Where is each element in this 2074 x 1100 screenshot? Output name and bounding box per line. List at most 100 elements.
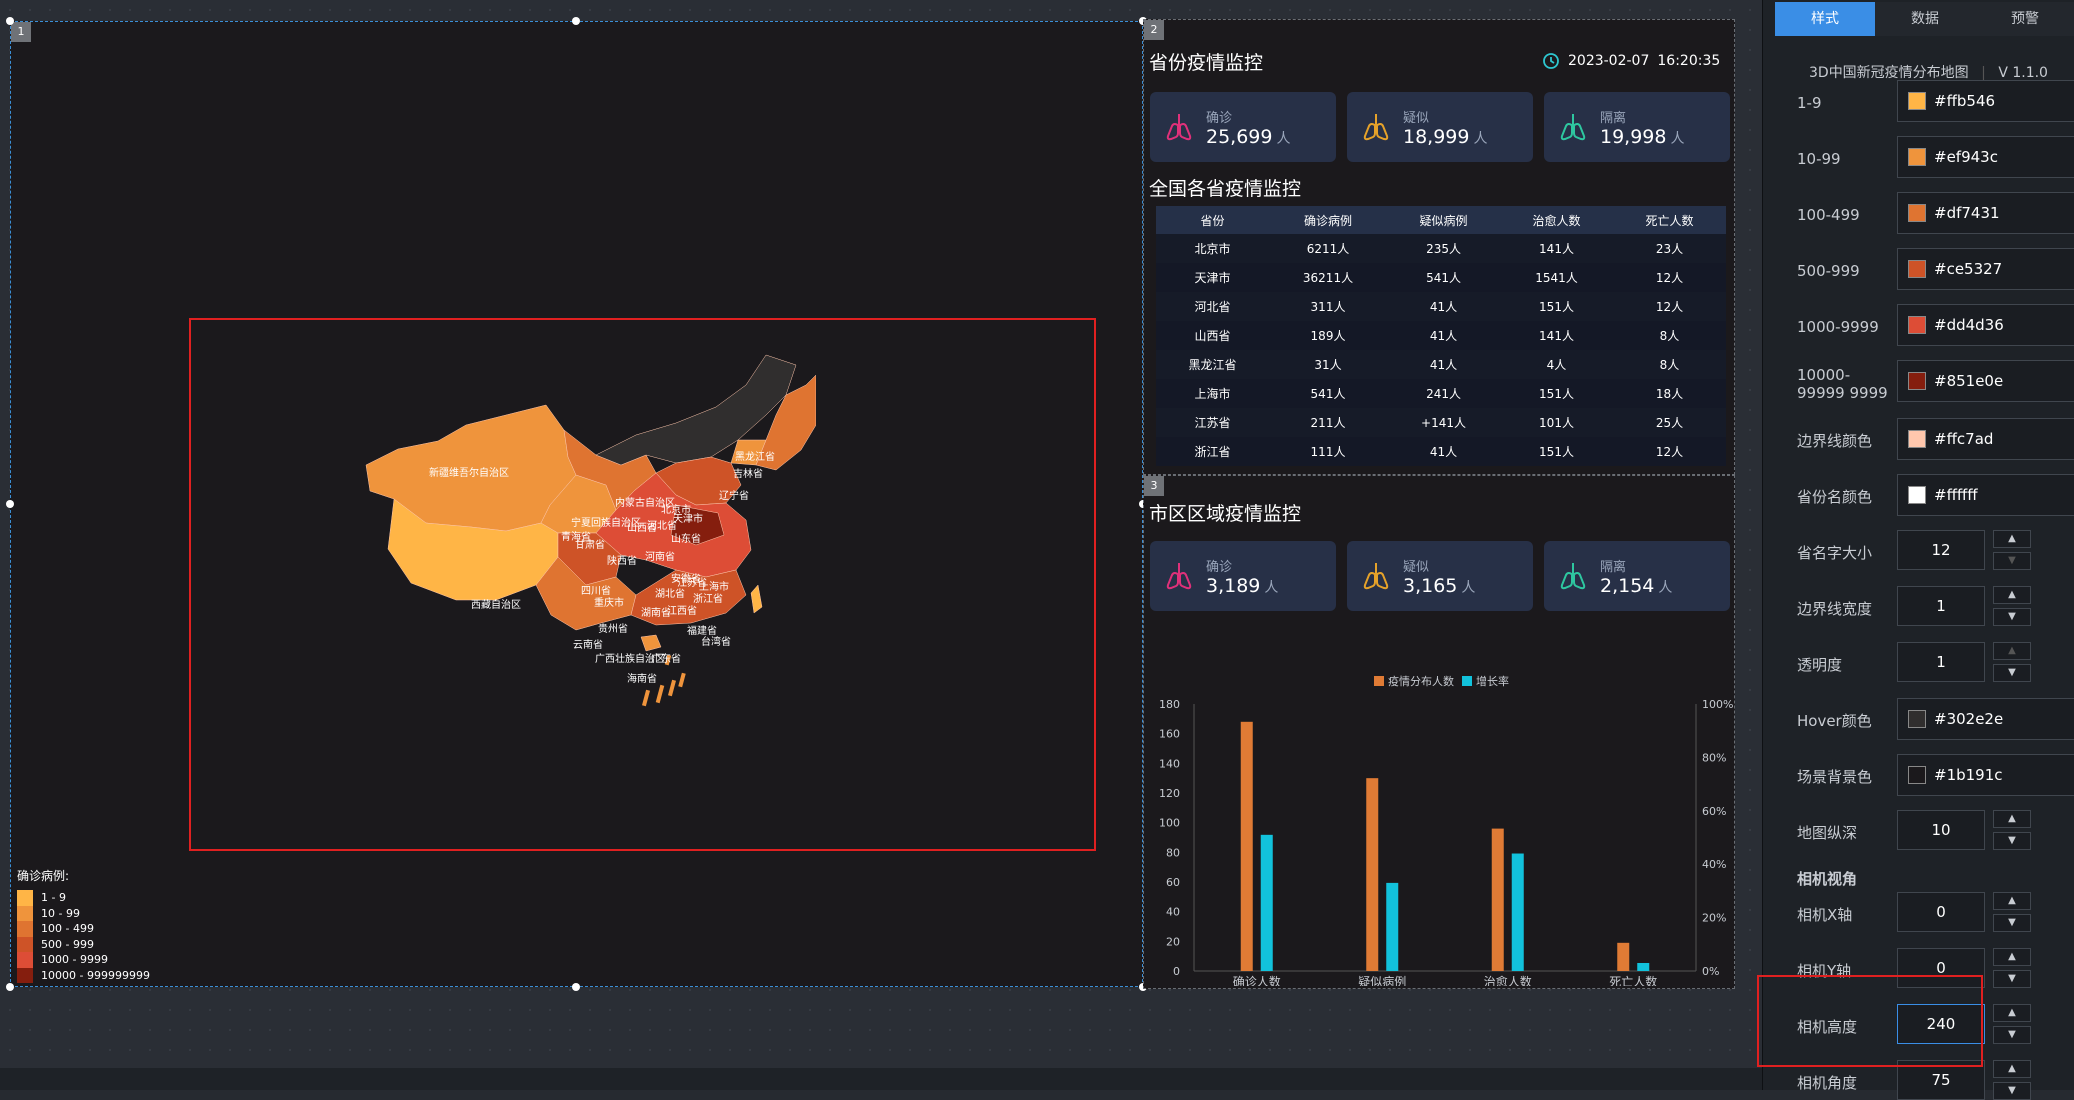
province-panel[interactable]: 2 省份疫情监控 2023-02-07 16:20:35 确诊 25,699 人 … [1143, 19, 1735, 475]
prop-label: Hover颜色 [1797, 712, 1872, 730]
status-bar [0, 1068, 1762, 1090]
card-value: 3,165 [1403, 574, 1458, 597]
number-input[interactable]: 1 [1897, 586, 1985, 626]
color-swatch[interactable] [1908, 486, 1926, 504]
color-input[interactable]: #1b191c [1897, 754, 2074, 796]
y-tick-label-right: 0% [1702, 965, 1719, 978]
table-cell: 8人 [1612, 350, 1726, 379]
y-tick-label-right: 100% [1702, 698, 1733, 711]
card-label: 疑似 [1403, 110, 1430, 126]
increment-button[interactable]: ▲ [1993, 642, 2031, 660]
map-region-hainan [640, 634, 662, 652]
color-input[interactable]: #dd4d36 [1897, 304, 2074, 346]
card-value-row: 25,699 人 [1206, 126, 1290, 148]
color-swatch[interactable] [1908, 316, 1926, 334]
china-map[interactable] [346, 345, 816, 765]
card-label: 确诊 [1206, 559, 1233, 575]
separator: | [1981, 65, 1986, 81]
x-tick-label: 治愈人数 [1484, 974, 1532, 986]
number-input[interactable]: 10 [1897, 810, 1985, 850]
color-swatch[interactable] [1908, 92, 1926, 110]
tab-data[interactable]: 数据 [1875, 2, 1975, 36]
card-value: 25,699 [1206, 125, 1273, 148]
resize-handle[interactable] [572, 983, 580, 991]
decrement-button[interactable]: ▼ [1993, 664, 2031, 682]
time-text: 16:20:35 [1657, 53, 1721, 69]
color-value: #ffc7ad [1934, 430, 1994, 448]
resize-handle[interactable] [572, 17, 580, 25]
color-swatch[interactable] [1908, 372, 1926, 390]
increment-button[interactable]: ▲ [1993, 1004, 2031, 1022]
color-input[interactable]: #ffc7ad [1897, 418, 2074, 460]
color-swatch[interactable] [1908, 260, 1926, 278]
legend-label: 10000 - 999999999 [41, 968, 150, 982]
color-swatch[interactable] [1908, 766, 1926, 784]
increment-button[interactable]: ▲ [1993, 586, 2031, 604]
increment-button[interactable]: ▲ [1993, 892, 2031, 910]
resize-handle[interactable] [6, 17, 14, 25]
table-cell: 541人 [1387, 263, 1501, 292]
table-cell: 黑龙江省 [1156, 350, 1269, 379]
legend-item: 10 - 99 [17, 905, 150, 921]
resize-handle[interactable] [6, 500, 14, 508]
decrement-button[interactable]: ▼ [1993, 1026, 2031, 1044]
decrement-button[interactable]: ▼ [1993, 914, 2031, 932]
tab-alert[interactable]: 预警 [1975, 2, 2074, 36]
tab-style[interactable]: 样式 [1775, 2, 1875, 36]
y-tick-label-right: 80% [1702, 751, 1726, 764]
decrement-button[interactable]: ▼ [1993, 552, 2031, 570]
increment-button[interactable]: ▲ [1993, 530, 2031, 548]
color-input[interactable]: #851e0e [1897, 360, 2074, 402]
color-input[interactable]: #302e2e [1897, 698, 2074, 740]
number-input[interactable]: 12 [1897, 530, 1985, 570]
increment-button[interactable]: ▲ [1993, 810, 2031, 828]
number-input[interactable]: 1 [1897, 642, 1985, 682]
map-panel[interactable]: 1 新疆维吾尔自治区 西藏自治区 黑龙江省 吉林省 辽宁省 内蒙古自治区 北京市… [10, 21, 1143, 987]
number-input[interactable]: 0 [1897, 892, 1985, 932]
decrement-button[interactable]: ▼ [1993, 832, 2031, 850]
table-cell: 36211人 [1268, 263, 1388, 292]
table-cell: 25人 [1612, 408, 1726, 437]
table-row: 浙江省 111人 41人 151人 12人 [1156, 437, 1726, 466]
resize-handle[interactable] [6, 983, 14, 991]
prop-label: 相机角度 [1797, 1074, 1858, 1092]
y-tick-label: 60 [1166, 876, 1180, 889]
increment-button[interactable]: ▲ [1993, 1060, 2031, 1078]
color-input[interactable]: #ffb546 [1897, 80, 2074, 122]
color-swatch[interactable] [1908, 710, 1926, 728]
table-cell: 河北省 [1156, 292, 1269, 321]
bar-distribution [1240, 721, 1253, 971]
color-input[interactable]: #ffffff [1897, 474, 2074, 516]
color-value: #ffffff [1934, 486, 1978, 504]
table-cell: 18人 [1612, 379, 1726, 408]
legend-label: 500 - 999 [41, 937, 94, 951]
table-row: 黑龙江省 31人 41人 4人 8人 [1156, 350, 1726, 379]
legend-swatch [17, 921, 33, 937]
card-unit: 人 [1276, 130, 1291, 147]
increment-button[interactable]: ▲ [1993, 948, 2031, 966]
decrement-button[interactable]: ▼ [1993, 970, 2031, 988]
lungs-icon [1363, 114, 1389, 141]
y-tick-label: 100 [1159, 817, 1180, 830]
color-input[interactable]: #ce5327 [1897, 248, 2074, 290]
legend-item: 100 - 499 [17, 921, 150, 937]
panel-title: 市区区域疫情监控 [1149, 503, 1302, 525]
color-value: #ef943c [1934, 148, 1998, 166]
y-tick-label: 20 [1166, 935, 1180, 948]
table-row: 山西省 189人 41人 141人 8人 [1156, 321, 1726, 350]
table-cell: 江苏省 [1156, 408, 1269, 437]
decrement-button[interactable]: ▼ [1993, 1082, 2031, 1100]
color-swatch[interactable] [1908, 430, 1926, 448]
date-text: 2023-02-07 [1568, 53, 1650, 69]
y-tick-label: 180 [1159, 698, 1180, 711]
color-swatch[interactable] [1908, 148, 1926, 166]
lungs-icon [1560, 563, 1586, 590]
color-swatch[interactable] [1908, 204, 1926, 222]
decrement-button[interactable]: ▼ [1993, 608, 2031, 626]
color-input[interactable]: #ef943c [1897, 136, 2074, 178]
city-panel[interactable]: 3 市区区域疫情监控 确诊 3,189 人 疑似 3,165 人 隔离 2,154 人… [1143, 475, 1735, 989]
color-input[interactable]: #df7431 [1897, 192, 2074, 234]
legend-label: 100 - 499 [41, 922, 94, 936]
legend-swatch [17, 967, 33, 983]
table-cell: 浙江省 [1156, 437, 1269, 466]
